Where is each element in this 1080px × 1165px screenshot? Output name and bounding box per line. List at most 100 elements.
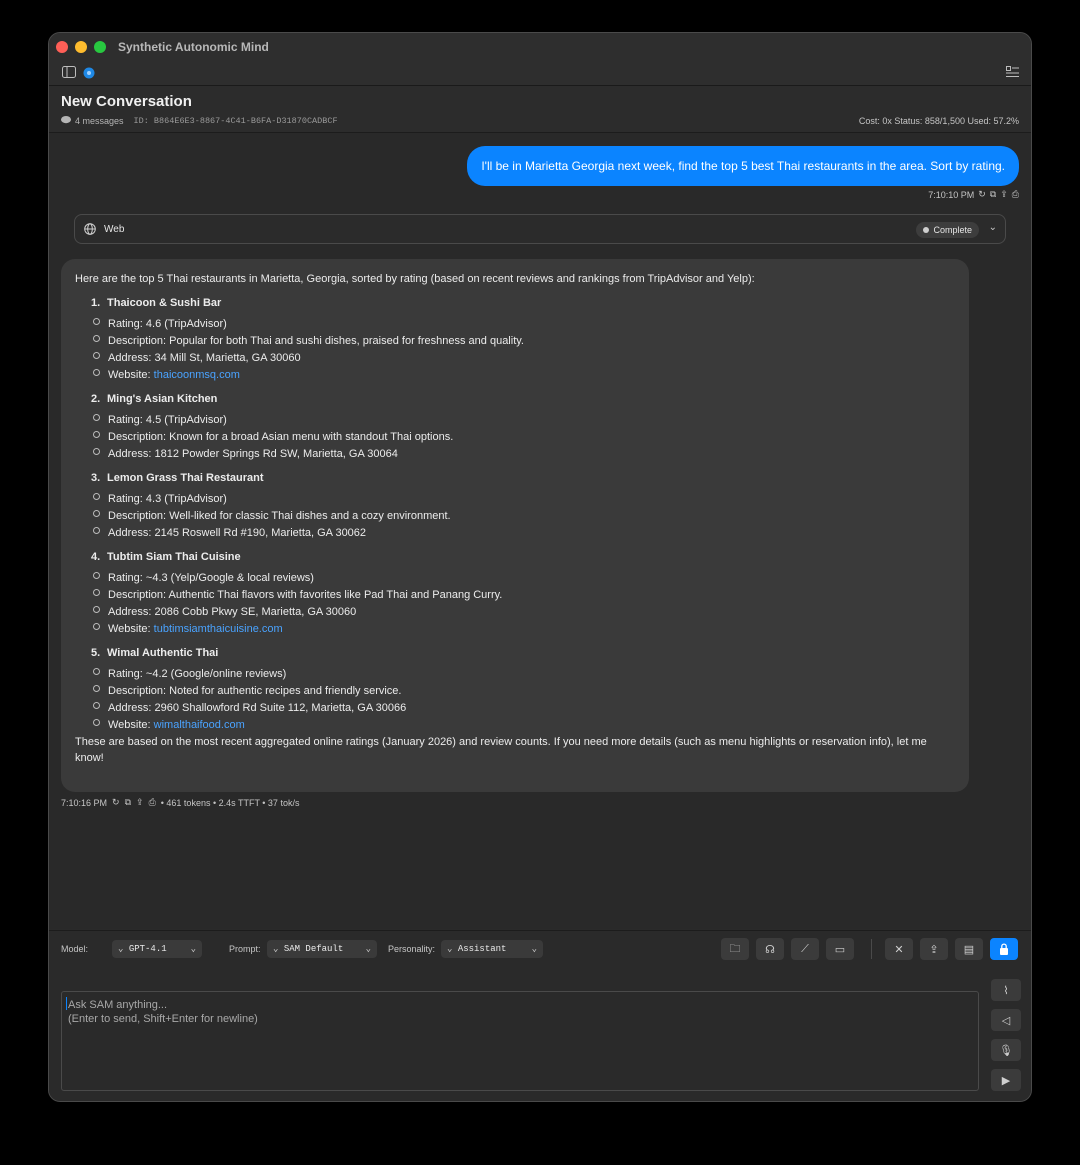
list-item: Rating: 4.3 (TripAdvisor) [75,491,955,508]
tool-name: Web [104,224,125,235]
list-item: Description: Authentic Thai flavors with… [75,587,955,604]
model-controls-bar: Model: ⌄ GPT-4.1 ⌄ Prompt: ⌄ SAM Default… [49,930,1031,968]
zoom-window-button[interactable] [94,41,106,53]
attach-button[interactable]: ⌇ [991,979,1021,1001]
brain-icon: ☊ [765,943,775,956]
paperclip-icon: ⌇ [1003,984,1009,997]
chevron-down-icon: ⌄ [531,944,537,954]
list-item: Address: 1812 Powder Springs Rd SW, Mari… [75,446,955,463]
status-dot-icon[interactable] [83,67,95,82]
list-item: Description: Popular for both Thai and s… [75,333,955,350]
chart-button[interactable]: ⟋ [791,938,819,960]
conversation-header: New Conversation 4 messages ID: B864E6E3… [49,86,1031,133]
web-tool-card[interactable]: Web Complete ⌄ [74,214,1006,244]
close-window-button[interactable] [56,41,68,53]
status-badge: Complete [916,222,979,238]
memory-button[interactable]: ☊ [756,938,784,960]
assistant-closing: These are based on the most recent aggre… [75,735,927,765]
model-select[interactable]: ⌄ GPT-4.1 ⌄ [112,940,202,958]
folder-button[interactable]: 🗀 [721,938,749,960]
regenerate-icon[interactable]: ↻ [112,797,120,808]
list-item: Description: Noted for authentic recipes… [75,683,955,700]
share-icon[interactable]: ⇪ [1000,189,1008,200]
usage-stats: Cost: 0x Status: 858/1,500 Used: 57.2% [858,116,1019,126]
clipboard-button[interactable]: ▤ [955,938,983,960]
list-item: Description: Known for a broad Asian men… [75,429,955,446]
chevron-down-icon: ⌄ [447,944,453,954]
copy-icon[interactable]: ⧉ [125,797,131,808]
list-item: Address: 2960 Shallowford Rd Suite 112, … [75,700,955,717]
regenerate-icon[interactable]: ↻ [978,189,986,200]
speaker-icon: ◁ [1001,1014,1011,1027]
restaurant-title: 4. Tubtim Siam Thai Cuisine [91,550,241,563]
divider [871,939,872,959]
list-item: Address: 2145 Roswell Rd #190, Marietta,… [75,525,955,542]
website-link[interactable]: thaicoonmsq.com [154,369,240,381]
list-item: Website: tubtimsiamthaicuisine.com [75,621,955,638]
chat-area[interactable]: I'll be in Marietta Georgia next week, f… [49,133,1031,929]
input-placeholder-line1: Ask SAM anything... [68,999,168,1011]
restaurant-details: Rating: 4.3 (TripAdvisor) Description: W… [75,491,955,542]
status-label: Complete [933,225,972,235]
prompt-label: Prompt: [229,944,261,954]
restaurant-details: Rating: 4.5 (TripAdvisor) Description: K… [75,412,955,463]
chevron-down-icon: ⌄ [190,944,196,954]
minimize-window-button[interactable] [75,41,87,53]
tools-icon: ✕ [894,943,904,956]
website-link[interactable]: tubtimsiamthaicuisine.com [154,623,283,635]
toolbar [49,61,1031,86]
list-item: Rating: 4.6 (TripAdvisor) [75,316,955,333]
terminal-button[interactable]: ▭ [826,938,854,960]
assistant-message-time: 7:10:16 PM [61,797,108,808]
lock-button[interactable] [990,938,1018,960]
print-icon[interactable]: ⎙ [149,797,156,808]
list-item: Rating: ~4.2 (Google/online reviews) [75,666,955,683]
list-item: Description: Well-liked for classic Thai… [75,508,955,525]
list-item: Rating: ~4.3 (Yelp/Google & local review… [75,570,955,587]
globe-icon [84,223,96,235]
list-item: Website: thaicoonmsq.com [75,367,955,384]
restaurant-details: Rating: ~4.2 (Google/online reviews) Des… [75,666,955,734]
list-item: Rating: 4.5 (TripAdvisor) [75,412,955,429]
title-bar: Synthetic Autonomic Mind [49,33,1031,61]
conversation-id: ID: B864E6E3-8867-4C41-B6FA-D31870CADBCF [133,116,338,126]
export-icon: ⇪ [929,943,939,956]
microphone-button[interactable]: 🎙 [991,1039,1021,1061]
send-button[interactable]: ▶ [991,1069,1021,1091]
website-link[interactable]: wimalthaifood.com [154,719,245,731]
chevron-down-icon: ⌄ [118,944,124,954]
message-input[interactable]: Ask SAM anything... (Enter to send, Shif… [61,991,979,1091]
chevron-down-icon: ⌄ [365,944,371,954]
chart-icon: ⟋ [801,942,809,955]
export-button[interactable]: ⇪ [920,938,948,960]
personality-select[interactable]: ⌄ Assistant ⌄ [441,940,543,958]
inspector-icon[interactable] [1006,66,1019,81]
message-count: 4 messages [75,116,124,126]
chat-bubble-icon [61,116,71,126]
assistant-intro: Here are the top 5 Thai restaurants in M… [75,273,755,285]
tools-button[interactable]: ✕ [885,938,913,960]
prompt-select[interactable]: ⌄ SAM Default ⌄ [267,940,377,958]
clipboard-icon: ▤ [963,943,975,956]
send-icon: ▶ [1001,1074,1011,1087]
assistant-message-bubble: Here are the top 5 Thai restaurants in M… [61,259,969,792]
list-item: Website: wimalthaifood.com [75,717,955,734]
share-icon[interactable]: ⇪ [136,797,144,808]
copy-icon[interactable]: ⧉ [990,189,996,200]
restaurant-title: 5. Wimal Authentic Thai [91,646,219,659]
status-dot-icon [923,227,930,233]
list-item: Address: 2086 Cobb Pkwy SE, Marietta, GA… [75,604,955,621]
chevron-down-icon[interactable]: ⌄ [989,222,997,233]
user-message-time: 7:10:10 PM [928,189,975,200]
restaurant-details: Rating: 4.6 (TripAdvisor) Description: P… [75,316,955,384]
window-title: Synthetic Autonomic Mind [118,40,269,54]
sidebar-toggle-icon[interactable] [62,66,76,81]
conversation-meta: 4 messages ID: B864E6E3-8867-4C41-B6FA-D… [61,116,338,126]
text-caret [66,997,67,1010]
composer: Ask SAM anything... (Enter to send, Shif… [49,967,1031,1101]
user-message-bubble: I'll be in Marietta Georgia next week, f… [467,146,1019,186]
restaurant-title: 1. Thaicoon & Sushi Bar [91,296,222,309]
speaker-button[interactable]: ◁ [991,1009,1021,1031]
print-icon[interactable]: ⎙ [1012,189,1019,200]
chevron-down-icon: ⌄ [273,944,279,954]
